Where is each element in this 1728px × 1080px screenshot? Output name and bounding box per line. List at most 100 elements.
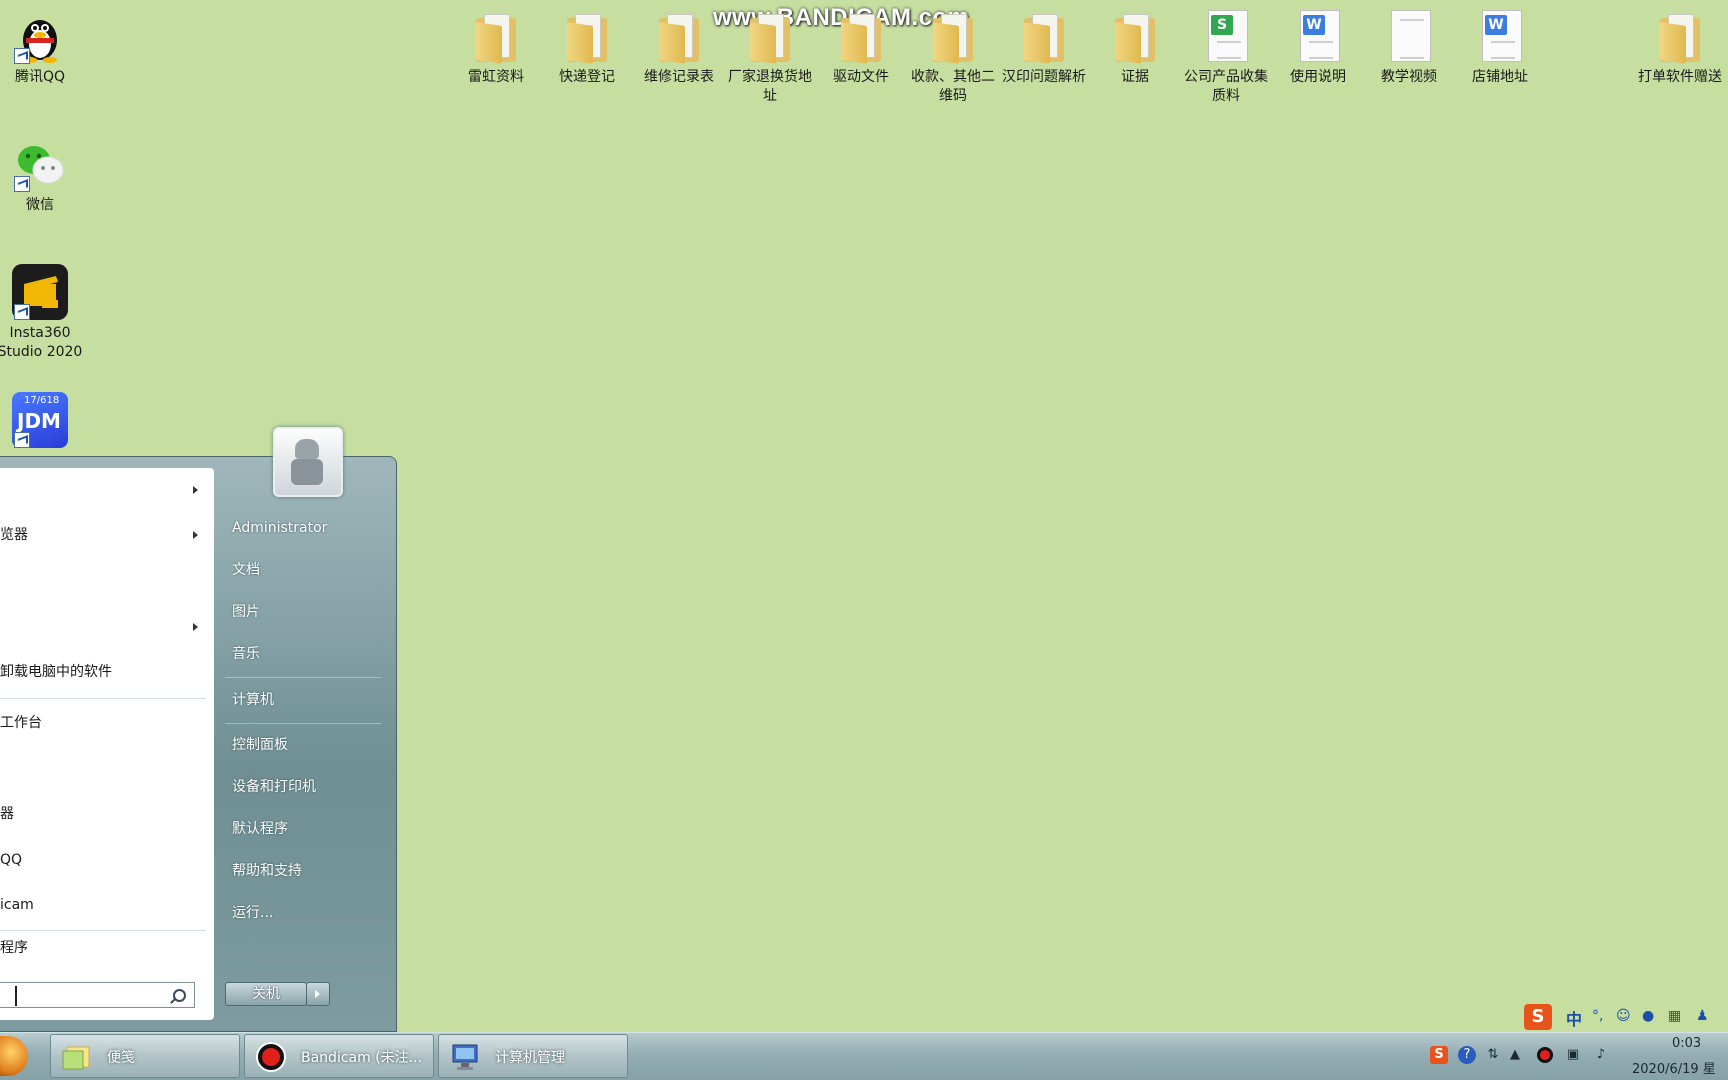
desktop-icon-label: 证据 [1121, 69, 1149, 85]
bandicam-record-icon [255, 1041, 287, 1073]
shortcut-arrow-icon [14, 176, 30, 192]
desktop-icon-jdm[interactable]: 17/618 JDM [0, 392, 88, 448]
start-item-uninstall[interactable]: 卸载电脑中的软件 [0, 660, 210, 684]
qq-penguin-icon [12, 8, 68, 64]
desktop-icon-label: 维修记录表 [644, 69, 714, 85]
desktop-icon-label: 店铺地址 [1472, 69, 1528, 85]
start-item-tool[interactable]: 器 [0, 802, 210, 826]
clock-time[interactable]: 0:03 [1672, 1036, 1701, 1051]
emoji-icon[interactable]: ☺ [1616, 1008, 1631, 1024]
desktop-icon-wechat[interactable]: 微信 [0, 136, 88, 215]
desktop-folder-hanyin-issues[interactable]: 汉印问题解析 [996, 8, 1092, 87]
insta360-icon [12, 264, 68, 320]
desktop-icon-label: 汉印问题解析 [1002, 69, 1086, 85]
jdm-badge: 17/618 [24, 395, 60, 406]
desktop-file-instructions[interactable]: W 使用说明 [1270, 8, 1366, 87]
start-item-browser[interactable]: 览器 [0, 523, 210, 547]
show-hidden-icons-icon[interactable]: ▲ [1506, 1046, 1524, 1064]
start-item-bandicam[interactable]: icam [0, 893, 210, 917]
bandicam-tray-icon[interactable] [1536, 1046, 1554, 1064]
desktop-icon-label: 打单软件赠送 [1638, 69, 1722, 85]
submenu-arrow-icon [193, 486, 198, 494]
sogou-ime-icon[interactable]: S [1524, 1004, 1552, 1030]
desktop-icon-qq[interactable]: 腾讯QQ [0, 8, 88, 87]
start-right-computer[interactable]: 计算机 [232, 690, 274, 710]
shortcut-arrow-icon [14, 48, 30, 64]
start-right-separator [225, 723, 381, 724]
desktop-folder-drivers[interactable]: 驱动文件 [813, 8, 909, 87]
shutdown-button[interactable]: 关机 [225, 982, 307, 1006]
ime-mode-toggle[interactable]: 中 [1566, 1006, 1582, 1030]
computer-management-icon [449, 1041, 481, 1073]
shortcut-arrow-icon [14, 304, 30, 320]
desktop-folder-return-address[interactable]: 厂家退换货地址 [722, 8, 818, 106]
start-item-all-programs[interactable]: 程序 [0, 936, 210, 960]
taskbar-button-bandicam[interactable]: Bandicam (未注... [244, 1034, 434, 1078]
desktop-folder-repair-records[interactable]: 维修记录表 [631, 8, 727, 87]
desktop-icon-label: 雷虹资料 [468, 69, 524, 85]
start-item-1[interactable] [0, 478, 210, 502]
clock-date[interactable]: 2020/6/19 星 [1632, 1058, 1716, 1077]
desktop-file-store-address[interactable]: W 店铺地址 [1452, 8, 1548, 87]
folder-icon [750, 14, 790, 64]
desktop-icon-label: 使用说明 [1290, 69, 1346, 85]
text-document-icon [1391, 10, 1431, 62]
sogou-tray-icon[interactable]: S [1430, 1046, 1448, 1064]
desktop-folder-leihong[interactable]: 雷虹资料 [448, 8, 544, 87]
start-separator [0, 698, 206, 699]
jdm-text: JDM [17, 409, 61, 433]
desktop-folder-express[interactable]: 快递登记 [539, 8, 635, 87]
start-right-music[interactable]: 音乐 [232, 644, 260, 664]
text-cursor [15, 986, 17, 1006]
search-icon[interactable] [173, 989, 186, 1002]
folder-icon [933, 14, 973, 64]
taskbar-button-sticky-notes[interactable]: 便笺 [50, 1034, 240, 1078]
network-switch-tray-icon[interactable]: ⇅ [1484, 1046, 1502, 1064]
volume-tray-icon[interactable]: ♪ [1592, 1046, 1610, 1064]
word-document-icon: W [1300, 10, 1340, 62]
folder-icon [1024, 14, 1064, 64]
start-right-administrator[interactable]: Administrator [232, 518, 327, 538]
folder-icon [659, 14, 699, 64]
start-separator [0, 930, 206, 931]
keyboard-icon[interactable]: ▦ [1668, 1008, 1681, 1024]
start-right-help-support[interactable]: 帮助和支持 [232, 861, 302, 881]
desktop-icon-label: 驱动文件 [833, 69, 889, 85]
network-tray-icon[interactable]: ▣ [1564, 1046, 1582, 1064]
shutdown-options-button[interactable] [306, 982, 330, 1006]
start-right-devices-printers[interactable]: 设备和打印机 [232, 777, 316, 797]
taskbar-button-computer-management[interactable]: 计算机管理 [438, 1034, 628, 1078]
desktop-icon-label: 公司产品收集质料 [1184, 69, 1268, 104]
start-right-default-programs[interactable]: 默认程序 [232, 819, 288, 839]
desktop-folder-qr-codes[interactable]: 收款、其他二维码 [905, 8, 1001, 106]
desktop-icon-label: 收款、其他二维码 [911, 69, 995, 104]
shortcut-arrow-icon [14, 432, 30, 448]
start-right-control-panel[interactable]: 控制面板 [232, 735, 288, 755]
user-center-icon[interactable]: ♟ [1696, 1008, 1709, 1024]
sticky-notes-icon [61, 1041, 93, 1073]
folder-icon [841, 14, 881, 64]
user-avatar[interactable] [273, 427, 343, 497]
start-item-qq[interactable]: QQ [0, 848, 210, 872]
start-search-input[interactable] [0, 982, 195, 1008]
submenu-arrow-icon [193, 531, 198, 539]
start-right-run[interactable]: 运行... [232, 903, 273, 923]
desktop-file-tutorial-video[interactable]: 教学视频 [1361, 8, 1457, 87]
start-item-3[interactable] [0, 615, 210, 639]
jdm-icon: 17/618 JDM [12, 392, 68, 448]
desktop-folder-evidence[interactable]: 证据 [1087, 8, 1183, 87]
folder-icon [476, 14, 516, 64]
desktop-file-product-data[interactable]: S 公司产品收集质料 [1178, 8, 1274, 106]
desktop-icon-insta360[interactable]: Insta360 Studio 2020 [0, 264, 88, 362]
folder-icon [1115, 14, 1155, 64]
desktop-folder-print-software[interactable]: 打单软件赠送 [1632, 8, 1728, 87]
start-right-pictures[interactable]: 图片 [232, 602, 260, 622]
start-item-workbench[interactable]: 工作台 [0, 711, 210, 735]
start-right-documents[interactable]: 文档 [232, 560, 260, 580]
folder-icon [1660, 14, 1700, 64]
microphone-icon[interactable]: ● [1642, 1008, 1654, 1024]
folder-icon [567, 14, 607, 64]
help-tray-icon[interactable]: ? [1458, 1046, 1476, 1064]
ime-punct-toggle[interactable]: °, [1592, 1008, 1603, 1024]
desktop-icon-label: Insta360 Studio 2020 [0, 325, 83, 360]
